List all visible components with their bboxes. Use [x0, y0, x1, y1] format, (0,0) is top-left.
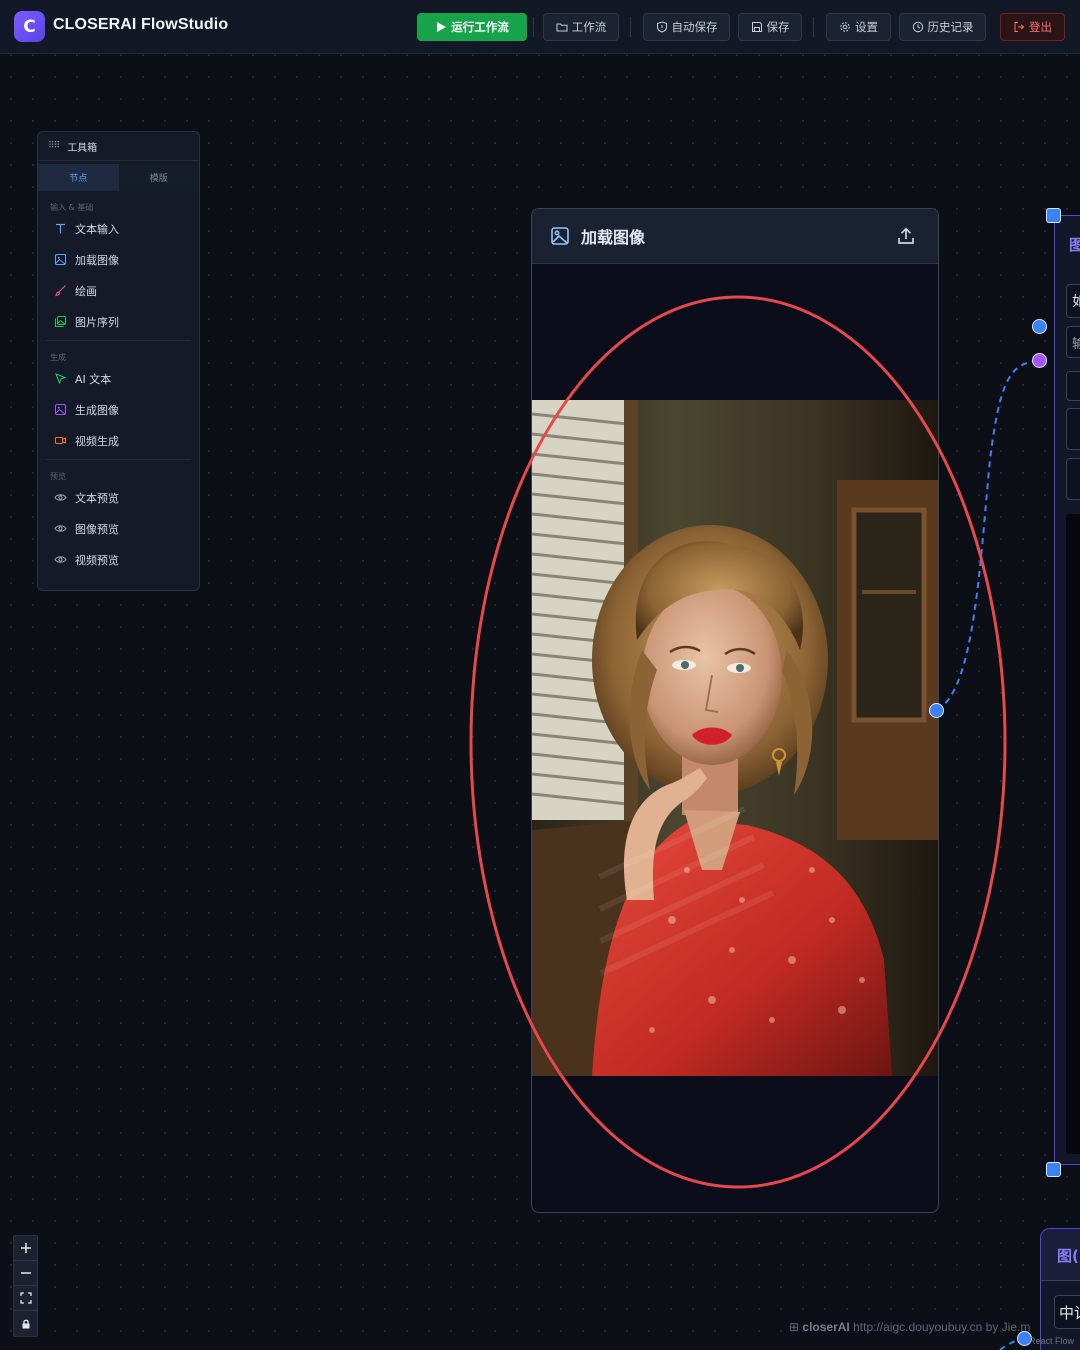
image-icon — [55, 404, 66, 415]
minus-icon — [20, 1272, 31, 1274]
eye-icon — [54, 525, 67, 532]
save-icon — [751, 22, 762, 32]
resize-handle[interactable] — [1046, 1162, 1061, 1177]
toolbox-item-image-preview[interactable]: 图像预览 — [38, 513, 199, 544]
watermark-icon: ⊞ — [789, 1320, 800, 1334]
toolbox-item-video-generate[interactable]: 视频生成 — [38, 425, 199, 456]
toolbar-separator — [533, 17, 534, 37]
gear-icon — [840, 22, 850, 32]
toolbox-item-load-image[interactable]: 加载图像 — [38, 244, 199, 275]
text-icon — [56, 223, 65, 234]
loaded-image-preview — [532, 400, 938, 1076]
run-workflow-button[interactable]: 运行工作流 — [417, 13, 527, 41]
section-label-preview: 预览 — [50, 472, 66, 481]
input-field-partial[interactable]: 输 — [1066, 326, 1080, 358]
node-title: 加载图像 — [581, 228, 646, 247]
workflow-button[interactable]: 工作流 — [543, 13, 619, 41]
select-field-partial[interactable] — [1066, 371, 1080, 401]
toolbox-item-paint[interactable]: 绘画 — [38, 275, 199, 306]
image-icon — [55, 254, 66, 265]
image-icon — [551, 227, 569, 245]
clock-icon — [912, 21, 923, 33]
output-preview-area — [1066, 514, 1080, 1154]
lock-icon — [22, 1319, 29, 1328]
connected-node-partial[interactable]: 图 如 输 — [1054, 215, 1080, 1165]
toolbox-item-ai-text[interactable]: AI 文本 — [38, 363, 199, 394]
select-field-partial[interactable] — [1066, 408, 1080, 450]
output-handle[interactable] — [929, 703, 944, 718]
react-flow-attribution[interactable]: React Flow — [1029, 1336, 1074, 1346]
prompt-field-partial[interactable]: 如 — [1066, 284, 1080, 318]
section-label-generate: 生成 — [50, 353, 66, 362]
image-input-handle[interactable] — [1032, 353, 1047, 368]
toolbox-header[interactable]: ⠿⠿ 工具箱 — [38, 132, 199, 161]
watermark: ⊞ closerAI http://aigc.douyoubuy.cn by J… — [789, 1320, 1030, 1334]
watermark-text: http://aigc.douyoubuy.cn by Jie.m — [853, 1320, 1031, 1334]
logout-button[interactable]: 登出 — [1000, 13, 1065, 41]
save-button[interactable]: 保存 — [738, 13, 802, 41]
zoom-in-button[interactable] — [14, 1236, 37, 1261]
load-image-node[interactable]: 加载图像 — [531, 208, 939, 1213]
eye-icon — [54, 556, 67, 563]
resize-handle[interactable] — [1046, 208, 1061, 223]
app-logo: C — [14, 11, 45, 42]
toolbox-item-video-preview[interactable]: 视频预览 — [38, 544, 199, 575]
tab-templates[interactable]: 模版 — [118, 164, 199, 191]
top-bar: C CLOSERAI FlowStudio 运行工作流 工作流 自动保存 保存 … — [0, 0, 1080, 54]
toolbox-item-generate-image[interactable]: 生成图像 — [38, 394, 199, 425]
logout-icon — [1014, 22, 1025, 32]
play-icon — [437, 22, 447, 32]
node-title-partial: 图( — [1057, 1247, 1079, 1265]
fit-view-button[interactable] — [14, 1286, 37, 1311]
upload-icon[interactable] — [896, 226, 916, 246]
shield-icon — [656, 21, 667, 33]
node-title-partial: 图 — [1069, 236, 1080, 254]
toolbar-separator — [813, 17, 814, 37]
toolbox-item-image-sequence[interactable]: 图片序列 — [38, 306, 199, 337]
prompt-field-partial[interactable]: 中记 — [1054, 1295, 1080, 1329]
node-header[interactable]: 加载图像 — [532, 209, 938, 264]
toolbox-title: 工具箱 — [67, 142, 98, 154]
image-node-partial[interactable]: 图( 中记 — [1040, 1228, 1080, 1350]
cursor-icon — [55, 373, 67, 385]
connection-edge[interactable] — [936, 360, 1041, 711]
eye-icon — [54, 494, 67, 501]
select-field-partial[interactable] — [1066, 458, 1080, 500]
history-button[interactable]: 历史记录 — [899, 13, 986, 41]
zoom-controls — [13, 1235, 38, 1337]
zoom-out-button[interactable] — [14, 1261, 37, 1286]
lock-button[interactable] — [14, 1311, 37, 1336]
toolbox-item-text-preview[interactable]: 文本预览 — [38, 482, 199, 513]
folder-icon — [556, 23, 568, 32]
toolbox-tabs: 节点 模版 — [38, 164, 199, 191]
video-icon — [55, 437, 66, 444]
fit-view-icon — [19, 1292, 32, 1304]
autosave-button[interactable]: 自动保存 — [643, 13, 730, 41]
toolbox-item-text-input[interactable]: 文本输入 — [38, 213, 199, 244]
settings-button[interactable]: 设置 — [826, 13, 891, 41]
section-label-input-basics: 输入 & 基础 — [50, 203, 94, 212]
tab-nodes[interactable]: 节点 — [38, 164, 119, 191]
drag-handle-icon[interactable]: ⠿⠿ — [48, 141, 60, 151]
watermark-brand: closerAI — [802, 1320, 850, 1334]
brush-icon — [55, 285, 66, 297]
app-title: CLOSERAI FlowStudio — [53, 16, 229, 33]
plus-icon — [20, 1243, 31, 1253]
input-handle[interactable] — [1032, 319, 1047, 334]
toolbox-panel: ⠿⠿ 工具箱 节点 模版 输入 & 基础 文本输入 加载图像 绘画 图片序列 生… — [37, 131, 200, 591]
toolbar-separator — [630, 17, 631, 37]
images-icon — [55, 316, 66, 327]
